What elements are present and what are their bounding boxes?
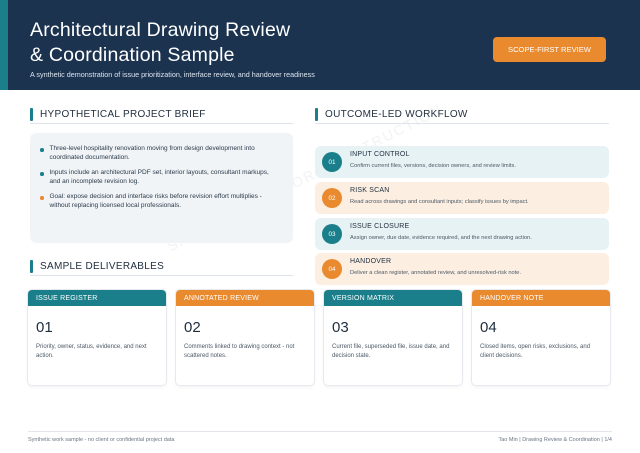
footer-page-info: Tao Min | Drawing Review & Coordination … <box>498 437 612 443</box>
step-description: Confirm current files, versions, decisio… <box>350 163 516 169</box>
page-title-line-2: & Coordination Sample <box>30 44 235 66</box>
step-number-badge: 01 <box>322 152 342 172</box>
deliverable-card-annotated-review: ANNOTATED REVIEW 02 Comments linked to d… <box>176 290 314 385</box>
step-number-badge: 02 <box>322 188 342 208</box>
deliverable-card-title: ISSUE REGISTER <box>28 290 166 306</box>
step-description: Read across drawings and consultant inpu… <box>350 199 529 205</box>
deliverable-card-title: VERSION MATRIX <box>324 290 462 306</box>
brief-panel: Three-level hospitality renovation movin… <box>30 133 293 243</box>
page-title-line-1: Architectural Drawing Review <box>30 19 291 41</box>
deliverable-card-title: HANDOVER NOTE <box>472 290 610 306</box>
deliverable-card-number: 01 <box>36 319 53 336</box>
page-title: Architectural Drawing Review & Coordinat… <box>30 18 450 68</box>
brief-item-text: Inputs include an architectural PDF set,… <box>49 169 269 185</box>
footer-disclaimer: Synthetic work sample - no client or con… <box>28 437 175 443</box>
brief-section-heading: HYPOTHETICAL PROJECT BRIEF <box>30 108 206 121</box>
step-label: ISSUE CLOSURE <box>350 223 410 230</box>
step-number-badge: 04 <box>322 259 342 279</box>
deliverable-card-number: 04 <box>480 319 497 336</box>
header-banner: Architectural Drawing Review & Coordinat… <box>0 0 640 90</box>
deliverable-card-description: Priority, owner, status, evidence, and n… <box>36 344 147 359</box>
deliverable-card-number: 03 <box>332 319 349 336</box>
deliverable-card-description: Closed items, open risks, exclusions, an… <box>480 344 591 359</box>
step-description: Deliver a clean register, annotated revi… <box>350 270 522 276</box>
brief-item-text: Three-level hospitality renovation movin… <box>49 145 255 161</box>
section-accent-bar <box>315 108 318 121</box>
workflow-section-heading: OUTCOME-LED WORKFLOW <box>315 108 468 121</box>
deliverables-section-heading: SAMPLE DELIVERABLES <box>30 260 164 273</box>
deliverable-card-number: 02 <box>184 319 201 336</box>
deliverable-card-handover-note: HANDOVER NOTE 04 Closed items, open risk… <box>472 290 610 385</box>
workflow-heading-label: OUTCOME-LED WORKFLOW <box>325 109 468 120</box>
deliverables-heading-label: SAMPLE DELIVERABLES <box>40 261 165 272</box>
scope-first-review-badge[interactable]: SCOPE-FIRST REVIEW <box>493 37 606 62</box>
section-divider <box>315 123 609 124</box>
bullet-dot-icon <box>40 148 44 152</box>
bullet-dot-icon <box>40 196 44 200</box>
footer-divider <box>28 431 612 432</box>
step-description: Assign owner, due date, evidence require… <box>350 235 532 241</box>
deliverable-card-title: ANNOTATED REVIEW <box>176 290 314 306</box>
section-accent-bar <box>30 260 33 273</box>
page-subtitle: A synthetic demonstration of issue prior… <box>30 70 315 79</box>
section-divider <box>30 123 293 124</box>
workflow-step-handover: 04 HANDOVER Deliver a clean register, an… <box>315 253 609 285</box>
workflow-step-issue-closure: 03 ISSUE CLOSURE Assign owner, due date,… <box>315 218 609 250</box>
brief-item: Inputs include an architectural PDF set,… <box>40 169 283 186</box>
workflow-step-input-control: 01 INPUT CONTROL Confirm current files, … <box>315 146 609 178</box>
step-label: RISK SCAN <box>350 187 390 194</box>
brief-item: Three-level hospitality renovation movin… <box>40 145 283 162</box>
step-number-badge: 03 <box>322 224 342 244</box>
bullet-dot-icon <box>40 172 44 176</box>
deliverable-card-description: Current file, superseded file, issue dat… <box>332 344 450 359</box>
workflow-step-risk-scan: 02 RISK SCAN Read across drawings and co… <box>315 182 609 214</box>
deliverable-card-version-matrix: VERSION MATRIX 03 Current file, supersed… <box>324 290 462 385</box>
step-label: INPUT CONTROL <box>350 151 410 158</box>
brief-item: Goal: expose decision and interface risk… <box>40 193 283 210</box>
deliverable-card-issue-register: ISSUE REGISTER 01 Priority, owner, statu… <box>28 290 166 385</box>
section-accent-bar <box>30 108 33 121</box>
brief-item-text: Goal: expose decision and interface risk… <box>49 193 262 209</box>
section-divider <box>30 275 293 276</box>
deliverable-card-description: Comments linked to drawing context - not… <box>184 344 295 359</box>
header-accent-bar <box>0 0 8 90</box>
step-label: HANDOVER <box>350 258 392 265</box>
brief-heading-label: HYPOTHETICAL PROJECT BRIEF <box>40 109 206 120</box>
